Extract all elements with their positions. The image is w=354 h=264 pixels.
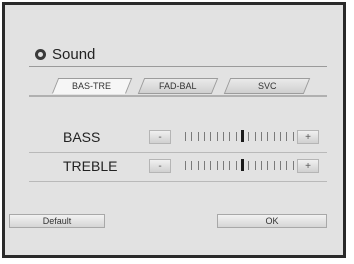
title-bar: Sound xyxy=(29,43,327,65)
slider-tick xyxy=(229,132,231,141)
slider-tick xyxy=(280,132,281,141)
sound-settings-screen: Sound BAS-TRE FAD-BAL SVC BASS - + TREBL… xyxy=(2,2,346,258)
slider-tick xyxy=(248,132,250,141)
tab-svc-label: SVC xyxy=(257,81,277,91)
slider-tick xyxy=(267,132,269,141)
slider-tick xyxy=(286,161,288,170)
slider-tick xyxy=(204,161,205,170)
slider-tick xyxy=(229,161,231,170)
slider-tick xyxy=(223,161,224,170)
slider-tick xyxy=(254,161,256,170)
slider-tick xyxy=(235,132,237,141)
ok-button[interactable]: OK xyxy=(217,214,327,228)
treble-decrease-button[interactable]: - xyxy=(149,159,171,173)
tab-bar: BAS-TRE FAD-BAL SVC xyxy=(45,78,321,96)
slider-tick xyxy=(280,161,281,170)
settings-dot-icon xyxy=(35,48,46,60)
tab-underline xyxy=(29,95,327,97)
slider-tick xyxy=(248,161,250,170)
treble-row: TREBLE - + xyxy=(63,158,327,176)
treble-slider[interactable] xyxy=(183,159,301,172)
page-title: Sound xyxy=(52,45,96,63)
slider-tick xyxy=(261,161,262,170)
bass-label: BASS xyxy=(63,129,101,145)
slider-tick xyxy=(210,161,212,170)
row-divider-1 xyxy=(29,152,327,153)
slider-tick xyxy=(216,161,218,170)
tab-svc[interactable]: SVC xyxy=(223,78,311,94)
slider-tick xyxy=(197,161,199,170)
slider-tick xyxy=(235,161,237,170)
bass-increase-button[interactable]: + xyxy=(297,130,319,144)
bass-slider[interactable] xyxy=(183,130,301,143)
slider-tick xyxy=(191,161,193,170)
slider-level-marker xyxy=(241,159,244,171)
tab-fad-bal-label: FAD-BAL xyxy=(159,81,197,91)
treble-increase-button[interactable]: + xyxy=(297,159,319,173)
slider-tick xyxy=(185,161,186,170)
slider-level-marker xyxy=(241,130,244,142)
slider-tick xyxy=(261,132,262,141)
row-divider-2 xyxy=(29,181,327,182)
slider-tick xyxy=(197,132,199,141)
title-divider xyxy=(29,66,327,67)
default-button[interactable]: Default xyxy=(9,214,105,228)
slider-tick xyxy=(286,132,288,141)
slider-tick xyxy=(216,132,218,141)
bass-decrease-button[interactable]: - xyxy=(149,130,171,144)
slider-tick xyxy=(292,132,294,141)
slider-tick xyxy=(292,161,294,170)
treble-label: TREBLE xyxy=(63,158,118,174)
bass-row: BASS - + xyxy=(63,129,327,147)
tab-bas-tre[interactable]: BAS-TRE xyxy=(51,78,133,94)
slider-tick xyxy=(191,132,193,141)
slider-tick xyxy=(254,132,256,141)
tab-fad-bal[interactable]: FAD-BAL xyxy=(137,78,219,94)
tab-bas-tre-label: BAS-TRE xyxy=(72,81,112,91)
slider-tick xyxy=(204,132,205,141)
slider-tick xyxy=(185,132,186,141)
slider-tick xyxy=(210,132,212,141)
slider-tick xyxy=(273,161,275,170)
slider-tick xyxy=(223,132,224,141)
slider-tick xyxy=(273,132,275,141)
slider-tick xyxy=(267,161,269,170)
